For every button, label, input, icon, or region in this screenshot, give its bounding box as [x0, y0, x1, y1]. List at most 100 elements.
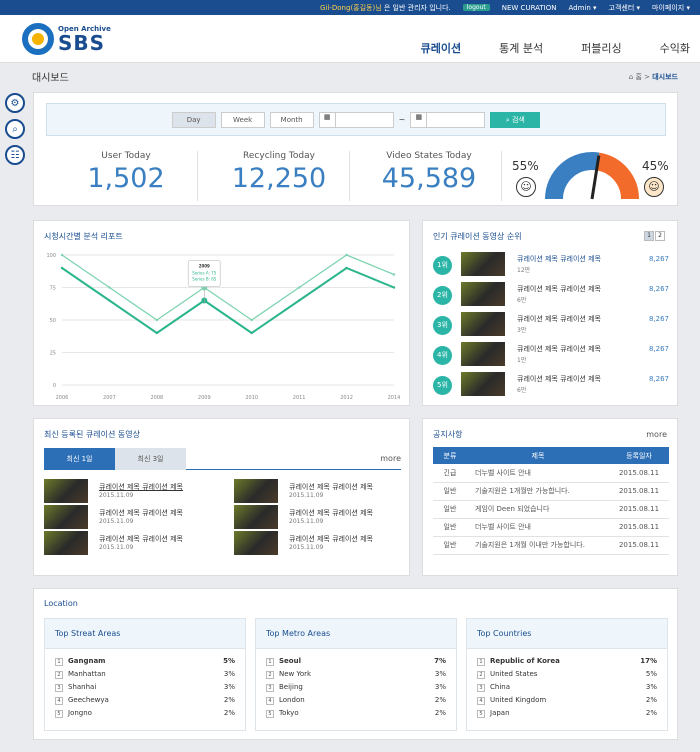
- page-2-button[interactable]: 2: [655, 231, 665, 241]
- recent-item[interactable]: 큐레이션 제목 큐레이션 제목 2015.11.09: [44, 505, 214, 531]
- tab-recent-1day[interactable]: 최신 1일: [44, 448, 115, 470]
- video-title[interactable]: 큐레이션 제목 큐레이션 제목: [517, 314, 601, 324]
- nav-publishing[interactable]: 퍼블리싱: [581, 40, 621, 56]
- location-name: Manhattan: [68, 670, 106, 678]
- breadcrumb-home[interactable]: ⌂ 홈 >: [629, 73, 650, 81]
- recent-item[interactable]: 큐레이션 제목 큐레이션 제목 2015.11.09: [234, 531, 404, 557]
- recent-item[interactable]: 큐레이션 제목 큐레이션 제목 2015.11.09: [44, 479, 214, 505]
- table-row[interactable]: 일반 기술지원은 1개월 이내만 가능합니다. 2015.08.11: [433, 536, 669, 555]
- stat-value: 12,250: [231, 163, 327, 194]
- recent-item[interactable]: 큐레이션 제목 큐레이션 제목 2015.11.09: [234, 479, 404, 505]
- table-row[interactable]: 긴급 더누벨 사이트 안내 2015.08.11: [433, 464, 669, 483]
- video-thumbnail[interactable]: [44, 531, 88, 555]
- notice-title[interactable]: 게임이 Deen 되었습니다: [467, 500, 609, 519]
- tab-recent-3day[interactable]: 최신 3일: [115, 448, 186, 470]
- recent-item[interactable]: 큐레이션 제목 큐레이션 제목 2015.11.09: [234, 505, 404, 531]
- data-point[interactable]: [155, 331, 159, 335]
- location-name: China: [490, 683, 510, 691]
- video-thumbnail[interactable]: [44, 505, 88, 529]
- nav-monetization[interactable]: 수익화: [660, 40, 690, 56]
- video-title[interactable]: 큐레이션 제목 큐레이션 제목: [289, 508, 373, 518]
- tooltip-title: 2009: [199, 264, 210, 269]
- video-title[interactable]: 큐레이션 제목 큐레이션 제목: [289, 482, 373, 492]
- table-row[interactable]: 일반 게임이 Deen 되었습니다 2015.08.11: [433, 500, 669, 519]
- rank-badge: 1위: [433, 256, 452, 275]
- data-point[interactable]: [60, 266, 64, 270]
- filter-day-button[interactable]: Day: [171, 111, 216, 128]
- data-point[interactable]: [108, 286, 111, 289]
- video-thumbnail[interactable]: [234, 479, 278, 503]
- video-title[interactable]: 큐레이션 제목 큐레이션 제목: [517, 344, 601, 354]
- video-title[interactable]: 큐레이션 제목 큐레이션 제목: [517, 254, 601, 264]
- data-point[interactable]: [155, 318, 159, 322]
- table-row[interactable]: 일반 기술지원은 1개월만 가능합니다. 2015.08.11: [433, 482, 669, 501]
- nav-curation[interactable]: 큐레이션: [421, 40, 461, 56]
- start-date-input[interactable]: ▦: [318, 111, 394, 128]
- popular-item[interactable]: 1위 큐레이션 제목 큐레이션 제목 12만 8,267: [433, 251, 669, 281]
- rank-number: 1: [266, 658, 274, 666]
- notice-title[interactable]: 기술지원은 1개월 이내만 가능합니다.: [467, 536, 609, 555]
- video-thumbnail[interactable]: [461, 312, 505, 336]
- video-title[interactable]: 큐레이션 제목 큐레이션 제목: [99, 508, 183, 518]
- sitemap-icon[interactable]: ☷: [5, 145, 25, 165]
- monitor-search-icon[interactable]: ⌕: [5, 119, 25, 139]
- data-point[interactable]: [345, 266, 348, 270]
- list-item: 5 Japan 2%: [477, 709, 657, 721]
- video-thumbnail[interactable]: [44, 479, 88, 503]
- location-name: United Kingdom: [490, 696, 547, 704]
- video-thumbnail[interactable]: [234, 505, 278, 529]
- filter-month-button[interactable]: Month: [269, 111, 314, 128]
- video-thumbnail[interactable]: [461, 252, 505, 276]
- page-1-button[interactable]: 1: [644, 231, 654, 241]
- logo[interactable]: Open Archive SBS: [22, 23, 111, 55]
- data-point[interactable]: [297, 286, 301, 289]
- search-button[interactable]: ⌕ 검색: [490, 111, 541, 128]
- location-name: Geechewya: [68, 696, 109, 704]
- table-row[interactable]: 일반 더누벨 사이트 안내 2015.08.11: [433, 518, 669, 537]
- popular-item[interactable]: 5위 큐레이션 제목 큐레이션 제목 6만 8,267: [433, 371, 669, 401]
- video-thumbnail[interactable]: [461, 282, 505, 306]
- divider: [197, 151, 198, 201]
- more-link[interactable]: more: [380, 454, 401, 463]
- gear-icon[interactable]: ⚙: [5, 93, 25, 113]
- top-link-mypage[interactable]: 마이페이지 ▾: [652, 3, 690, 13]
- data-point[interactable]: [392, 273, 396, 276]
- video-thumbnail[interactable]: [234, 531, 278, 555]
- more-link[interactable]: more: [646, 430, 667, 439]
- video-title[interactable]: 큐레이션 제목 큐레이션 제목: [99, 534, 183, 544]
- popular-item[interactable]: 4위 큐레이션 제목 큐레이션 제목 1만 8,267: [433, 341, 669, 371]
- data-point[interactable]: [392, 286, 396, 289]
- location-name: Republic of Korea: [490, 657, 560, 665]
- top-link-admin[interactable]: Admin ▾: [568, 4, 596, 12]
- notice-title[interactable]: 더누벨 사이트 안내: [467, 464, 609, 483]
- data-point[interactable]: [250, 331, 253, 335]
- top-link-new-curation[interactable]: NEW CURATION: [502, 4, 557, 12]
- data-point[interactable]: [60, 253, 64, 257]
- video-title[interactable]: 큐레이션 제목 큐레이션 제목: [99, 482, 183, 492]
- rank-number: 2: [266, 671, 274, 679]
- data-point[interactable]: [345, 253, 348, 257]
- data-point[interactable]: [250, 318, 253, 322]
- filter-week-button[interactable]: Week: [220, 111, 265, 128]
- end-date-input[interactable]: ▦: [410, 111, 486, 128]
- data-point[interactable]: [297, 299, 301, 302]
- list-item: 1 Seoul 7%: [266, 657, 446, 669]
- video-thumbnail[interactable]: [461, 342, 505, 366]
- popular-item[interactable]: 2위 큐레이션 제목 큐레이션 제목 6만 8,267: [433, 281, 669, 311]
- video-thumbnail[interactable]: [461, 372, 505, 396]
- title-bar: 대시보드 ⌂ 홈 > 대시보드: [32, 64, 678, 89]
- rank-number: 3: [55, 684, 63, 692]
- popular-item[interactable]: 3위 큐레이션 제목 큐레이션 제목 3만 8,267: [433, 311, 669, 341]
- notice-title[interactable]: 기술지원은 1개월만 가능합니다.: [467, 482, 609, 501]
- calendar-icon[interactable]: ▦: [411, 112, 428, 127]
- nav-statistics[interactable]: 통계 분석: [499, 40, 543, 56]
- notice-title[interactable]: 더누벨 사이트 안내: [467, 518, 609, 537]
- data-point[interactable]: [108, 299, 111, 302]
- calendar-icon[interactable]: ▦: [320, 112, 336, 127]
- video-title[interactable]: 큐레이션 제목 큐레이션 제목: [517, 284, 601, 294]
- top-link-support[interactable]: 고객센터 ▾: [609, 3, 641, 13]
- logout-button[interactable]: logout: [462, 4, 490, 11]
- recent-item[interactable]: 큐레이션 제목 큐레이션 제목 2015.11.09: [44, 531, 214, 557]
- video-title[interactable]: 큐레이션 제목 큐레이션 제목: [289, 534, 373, 544]
- video-title[interactable]: 큐레이션 제목 큐레이션 제목: [517, 374, 601, 384]
